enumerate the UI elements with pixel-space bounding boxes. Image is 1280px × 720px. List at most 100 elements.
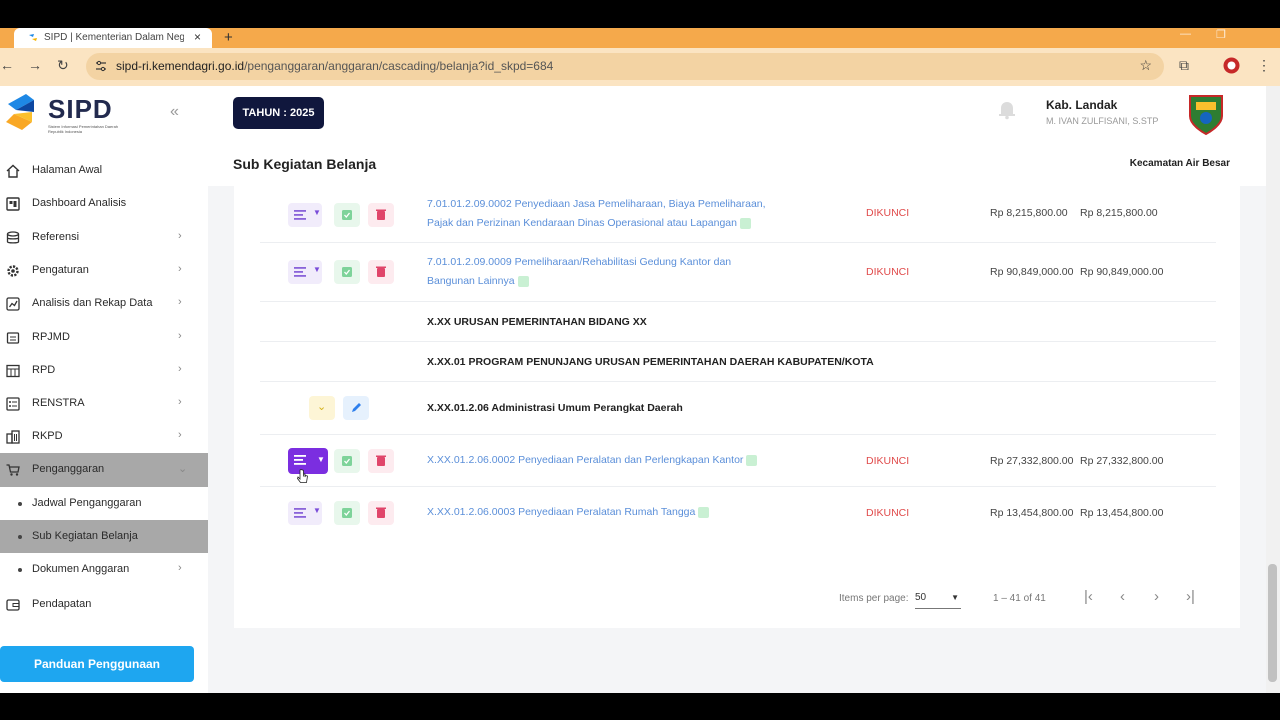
sidebar-subitem-dokumen-anggaran[interactable]: Dokumen Anggaran ›: [0, 553, 208, 586]
list-icon: [6, 397, 20, 411]
sipd-logo-mark-icon: [6, 94, 34, 130]
amount-pagu: Rp 13,454,800.00: [990, 507, 1074, 519]
scrollbar-thumb[interactable]: [1268, 564, 1277, 682]
items-per-page-value: 50: [915, 592, 927, 603]
items-per-page-select[interactable]: 50 ▼: [915, 589, 961, 609]
sidebar-item-pengaturan[interactable]: Pengaturan ›: [0, 254, 208, 288]
user-region[interactable]: Kab. Landak: [1046, 98, 1117, 112]
expand-button[interactable]: ⌄: [309, 396, 335, 420]
check-icon: [342, 210, 352, 220]
app-viewport: SIPD Sistem Informasi Pemerintahan Daera…: [0, 86, 1280, 693]
next-page-icon[interactable]: ›: [1154, 588, 1159, 605]
sidebar-item-analisis-rekap[interactable]: Analisis dan Rekap Data ›: [0, 287, 208, 321]
kegiatan-heading: X.XX.01.2.06 Administrasi Umum Perangkat…: [427, 402, 683, 414]
page-scrollbar[interactable]: [1266, 86, 1280, 693]
sub-kegiatan-link[interactable]: 7.01.01.2.09.0002 Penyediaan Jasa Pemeli…: [427, 195, 807, 233]
verify-button[interactable]: [334, 449, 360, 473]
sub-kegiatan-link[interactable]: 7.01.01.2.09.0009 Pemeliharaan/Rehabilit…: [427, 253, 807, 291]
regency-emblem-icon[interactable]: [1184, 92, 1228, 136]
sidebar-item-rpd[interactable]: RPD ›: [0, 354, 208, 388]
verify-button[interactable]: [334, 501, 360, 525]
address-bar[interactable]: sipd-ri.kemendagri.go.id/penganggaran/an…: [86, 53, 1164, 80]
sub-kegiatan-title-cont: Bangunan Lainnya: [427, 275, 515, 287]
prev-page-icon[interactable]: ‹: [1120, 588, 1125, 605]
amount-pagu: Rp 8,215,800.00: [990, 207, 1068, 219]
building-icon: [6, 430, 20, 444]
last-page-icon[interactable]: ›|: [1186, 588, 1195, 605]
sub-kegiatan-title-cont: Pajak dan Perizinan Kendaraan Dinas Oper…: [427, 217, 737, 229]
row-menu-button[interactable]: ▼: [288, 203, 322, 227]
sidebar-subitem-jadwal-penganggaran[interactable]: Jadwal Penganggaran: [0, 487, 208, 520]
delete-button[interactable]: [368, 203, 394, 227]
url-text[interactable]: sipd-ri.kemendagri.go.id/penganggaran/an…: [116, 59, 553, 73]
chevron-right-icon: ›: [178, 296, 182, 308]
brand-name: SIPD: [48, 94, 113, 124]
sidebar-item-rkpd[interactable]: RKPD ›: [0, 420, 208, 454]
amount-rincian: Rp 13,454,800.00: [1080, 507, 1164, 519]
sidebar-item-label: Penganggaran: [32, 463, 105, 475]
sidebar-item-halaman-awal[interactable]: Halaman Awal: [0, 154, 208, 188]
sidebar-item-label: RPD: [32, 364, 56, 376]
delete-button[interactable]: [368, 501, 394, 525]
content-card: ▼ 7.01.01.2.09.0002 Penyediaan Jasa Peme…: [234, 186, 1240, 628]
sidebar-subitem-sub-kegiatan-belanja[interactable]: Sub Kegiatan Belanja: [0, 520, 208, 553]
reload-icon[interactable]: ↻: [57, 57, 69, 74]
delete-button[interactable]: [368, 449, 394, 473]
delete-button[interactable]: [368, 260, 394, 284]
dashboard-icon: [6, 197, 20, 211]
bookmark-star-icon[interactable]: ☆: [1139, 57, 1152, 74]
minimize-icon[interactable]: —: [1180, 28, 1191, 40]
sidebar-item-dashboard-analisis[interactable]: Dashboard Analisis: [0, 187, 208, 221]
row-menu-button[interactable]: ▼: [288, 260, 322, 284]
forward-icon[interactable]: →: [28, 57, 42, 73]
sub-kegiatan-title: 7.01.01.2.09.0002 Penyediaan Jasa Pemeli…: [427, 198, 766, 210]
check-icon: [342, 456, 352, 466]
menu-lines-icon: [294, 210, 306, 220]
tab-close-icon[interactable]: ×: [194, 30, 201, 44]
items-per-page-label: Items per page:: [839, 593, 909, 604]
chevron-right-icon: ›: [178, 330, 182, 342]
row-menu-button[interactable]: ▼: [288, 501, 322, 525]
chart-icon: [6, 297, 20, 311]
table-row: ▼ X.XX.01.2.06.0002 Penyediaan Peralatan…: [260, 435, 1216, 487]
new-tab-icon[interactable]: +: [224, 29, 233, 46]
bell-icon[interactable]: [996, 98, 1018, 120]
sub-kegiatan-link[interactable]: X.XX.01.2.06.0002 Penyediaan Peralatan d…: [427, 451, 827, 470]
back-icon[interactable]: ←: [0, 57, 14, 73]
sidebar-item-pendapatan[interactable]: Pendapatan: [0, 588, 208, 622]
status-badge: DIKUNCI: [866, 507, 910, 519]
guide-button[interactable]: Panduan Penggunaan: [0, 646, 194, 682]
profile-avatar[interactable]: [1223, 57, 1240, 74]
restore-icon[interactable]: ❐: [1216, 28, 1226, 41]
sipd-logo[interactable]: SIPD Sistem Informasi Pemerintahan Daera…: [4, 92, 124, 136]
sidebar-subitem-label: Jadwal Penganggaran: [32, 497, 142, 509]
program-heading: X.XX.01 PROGRAM PENUNJANG URUSAN PEMERIN…: [427, 356, 874, 368]
site-settings-icon[interactable]: [95, 60, 107, 72]
collapse-sidebar-icon[interactable]: «: [170, 103, 179, 121]
sidebar-item-penganggaran[interactable]: Penganggaran ⌄: [0, 453, 208, 487]
pencil-icon: [352, 403, 361, 412]
brand-subtitle: Sistem Informasi Pemerintahan Daerah Rep…: [48, 124, 119, 134]
sub-kegiatan-link[interactable]: X.XX.01.2.06.0003 Penyediaan Peralatan R…: [427, 503, 827, 522]
menu-lines-icon: [294, 455, 306, 465]
verify-button[interactable]: [334, 203, 360, 227]
year-badge[interactable]: TAHUN : 2025: [233, 97, 324, 129]
sipd-favicon-icon: [29, 34, 37, 41]
sidebar-item-referensi[interactable]: Referensi ›: [0, 221, 208, 255]
edit-button[interactable]: [343, 396, 369, 420]
verify-button[interactable]: [334, 260, 360, 284]
mouse-pointer-icon: [297, 469, 308, 483]
bullet-icon: [18, 568, 22, 572]
sidebar-item-rpjmd[interactable]: RPJMD ›: [0, 321, 208, 355]
first-page-icon[interactable]: |‹: [1084, 588, 1093, 605]
user-name[interactable]: M. IVAN ZULFISANI, S.STP: [1046, 116, 1158, 126]
menu-lines-icon: [294, 267, 306, 277]
browser-tab[interactable]: SIPD | Kementerian Dalam Negeri ×: [14, 28, 212, 48]
status-badge: DIKUNCI: [866, 455, 910, 467]
browser-menu-icon[interactable]: ⋮: [1257, 57, 1271, 74]
table-row: ▼ 7.01.01.2.09.0002 Penyediaan Jasa Peme…: [260, 186, 1216, 243]
sidebar-item-renstra[interactable]: RENSTRA ›: [0, 387, 208, 421]
extensions-icon[interactable]: ⧉: [1179, 57, 1189, 74]
verified-check-icon: [746, 454, 758, 466]
unit-name[interactable]: Kecamatan Air Besar: [1130, 158, 1230, 169]
